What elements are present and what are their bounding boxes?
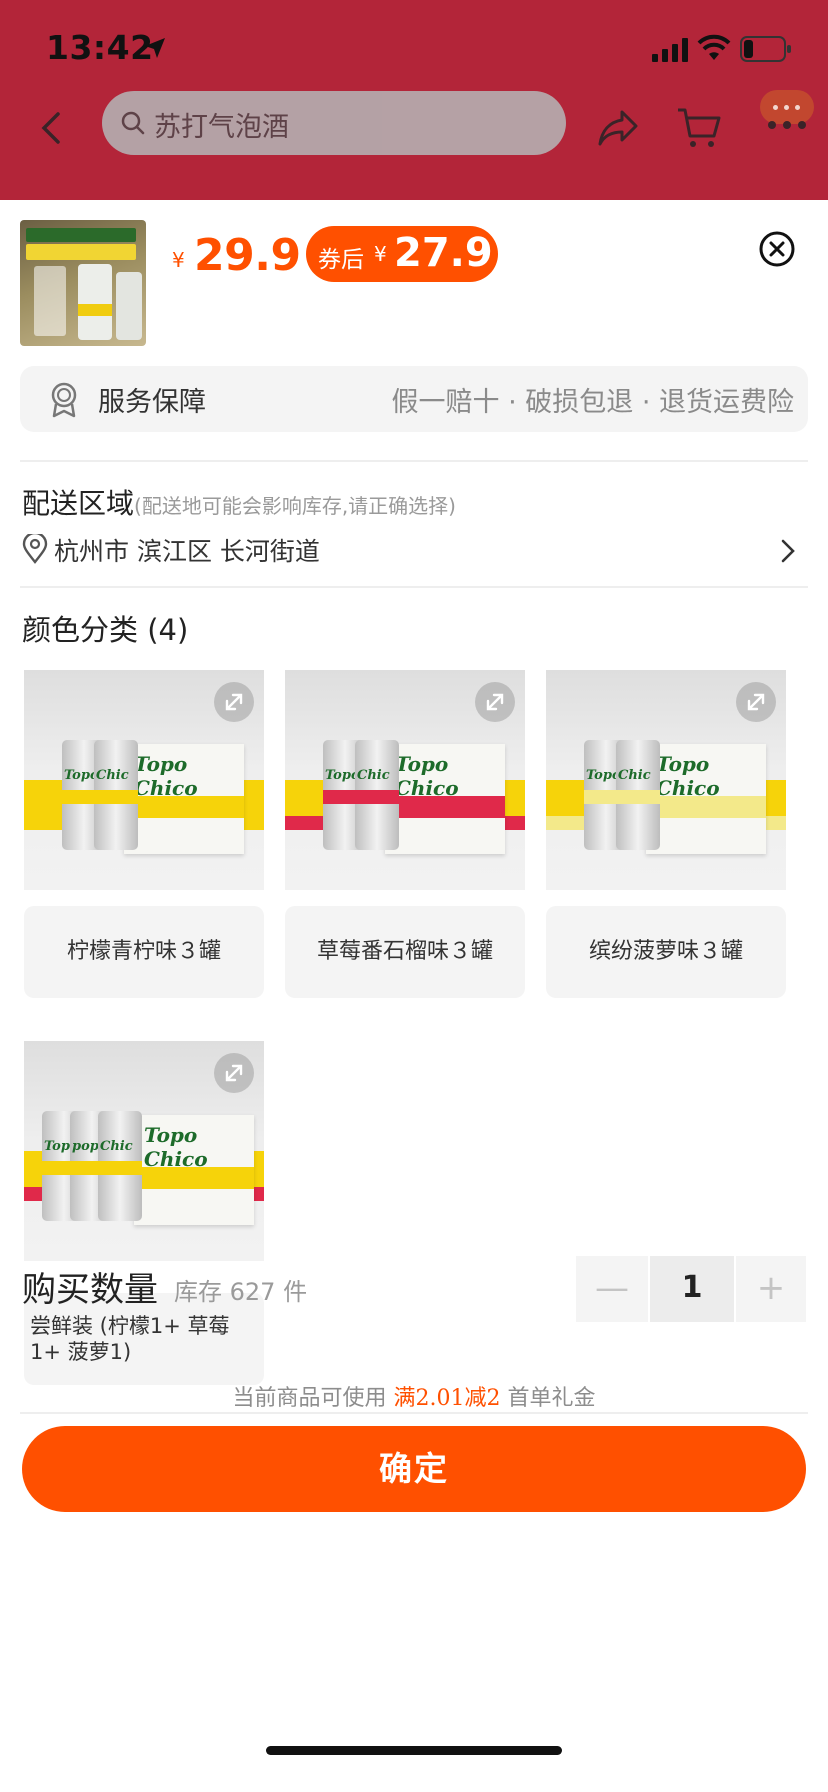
search-query: 苏打气泡酒	[154, 112, 289, 143]
product-thumbnail	[20, 220, 146, 346]
divider	[20, 1412, 808, 1414]
service-title: 服务保障	[98, 387, 206, 418]
close-icon[interactable]	[758, 230, 796, 268]
search-bar[interactable]: 苏打气泡酒	[102, 91, 566, 155]
wifi-icon	[697, 34, 731, 60]
battery-icon	[740, 36, 791, 62]
variant-label: 柠檬青柠味３罐	[24, 906, 264, 998]
stock-count: 库存 627 件	[174, 1278, 308, 1306]
variant-image: Topo Chico Topo pop Chic	[24, 1041, 264, 1261]
more-menu-button[interactable]	[760, 90, 814, 134]
quantity-title: 购买数量	[22, 1270, 158, 1310]
guarantee-badge-icon	[51, 382, 77, 418]
shipping-address: 杭州市 滨江区 长河街道	[54, 537, 320, 566]
shipping-note: (配送地可能会影响库存,请正确选择)	[134, 494, 456, 518]
service-description: 假一赔十 · 破损包退 · 退货运费险	[391, 387, 795, 418]
more-dots-icon	[768, 121, 806, 129]
status-bar: 13:42	[0, 0, 828, 86]
variant-section-title: 颜色分类 (4)	[22, 613, 189, 647]
status-time: 13:42	[46, 28, 154, 67]
coupon-label: 券后	[318, 247, 364, 273]
home-indicator	[266, 1746, 562, 1755]
confirm-button[interactable]: 确定	[22, 1426, 806, 1512]
promo-prefix: 当前商品可使用	[232, 1386, 387, 1411]
coupon-price-badge: 券后 ¥ 27.9	[306, 226, 498, 282]
location-pin-icon	[22, 534, 48, 564]
chevron-right-icon	[781, 539, 795, 563]
price-currency: ¥	[172, 248, 185, 272]
zoom-expand-icon[interactable]	[475, 682, 515, 722]
shipping-label: 配送区域	[22, 487, 135, 520]
zoom-expand-icon[interactable]	[214, 1053, 254, 1093]
search-icon	[121, 111, 145, 135]
variant-image: Topo Chico Topo Chic	[546, 670, 786, 890]
app-header-dimmed: 13:42 苏打气泡酒	[0, 0, 828, 200]
variant-image: Topo Chico Topo Chic	[24, 670, 264, 890]
decrease-quantity-button[interactable]: —	[576, 1256, 648, 1322]
promo-highlight: 满2.01减2	[393, 1386, 501, 1411]
promo-suffix: 首单礼金	[507, 1386, 596, 1411]
variant-label: 缤纷菠萝味３罐	[546, 906, 786, 998]
divider	[20, 460, 808, 462]
cart-icon[interactable]	[676, 106, 722, 150]
coupon-price: 27.9	[394, 230, 493, 276]
location-arrow-icon	[145, 38, 165, 58]
coupon-currency: ¥	[374, 242, 387, 266]
sku-selector-sheet: ¥ 29.9 券后 ¥ 27.9 服务保障 假一赔十 · 破损包退 · 退货运费…	[0, 200, 828, 1792]
price: 29.9	[194, 230, 301, 281]
service-guarantee-row[interactable]: 服务保障 假一赔十 · 破损包退 · 退货运费险	[20, 366, 808, 432]
zoom-expand-icon[interactable]	[214, 682, 254, 722]
shipping-title: 配送区域(配送地可能会影响库存,请正确选择)	[22, 482, 456, 522]
share-icon[interactable]	[596, 108, 640, 148]
back-chevron-icon[interactable]	[38, 110, 66, 146]
cellular-signal-icon	[652, 38, 688, 62]
zoom-expand-icon[interactable]	[736, 682, 776, 722]
variant-label: 草莓番石榴味３罐	[285, 906, 525, 998]
quantity-stepper[interactable]: — 1 +	[576, 1256, 806, 1322]
quantity-value[interactable]: 1	[650, 1256, 734, 1322]
promo-text: 当前商品可使用 满2.01减2 首单礼金	[0, 1380, 828, 1412]
variant-image: Topo Chico Topo Chic	[285, 670, 525, 890]
increase-quantity-button[interactable]: +	[736, 1256, 806, 1322]
shipping-address-row[interactable]: 杭州市 滨江区 长河街道	[22, 530, 810, 570]
divider	[20, 586, 808, 588]
